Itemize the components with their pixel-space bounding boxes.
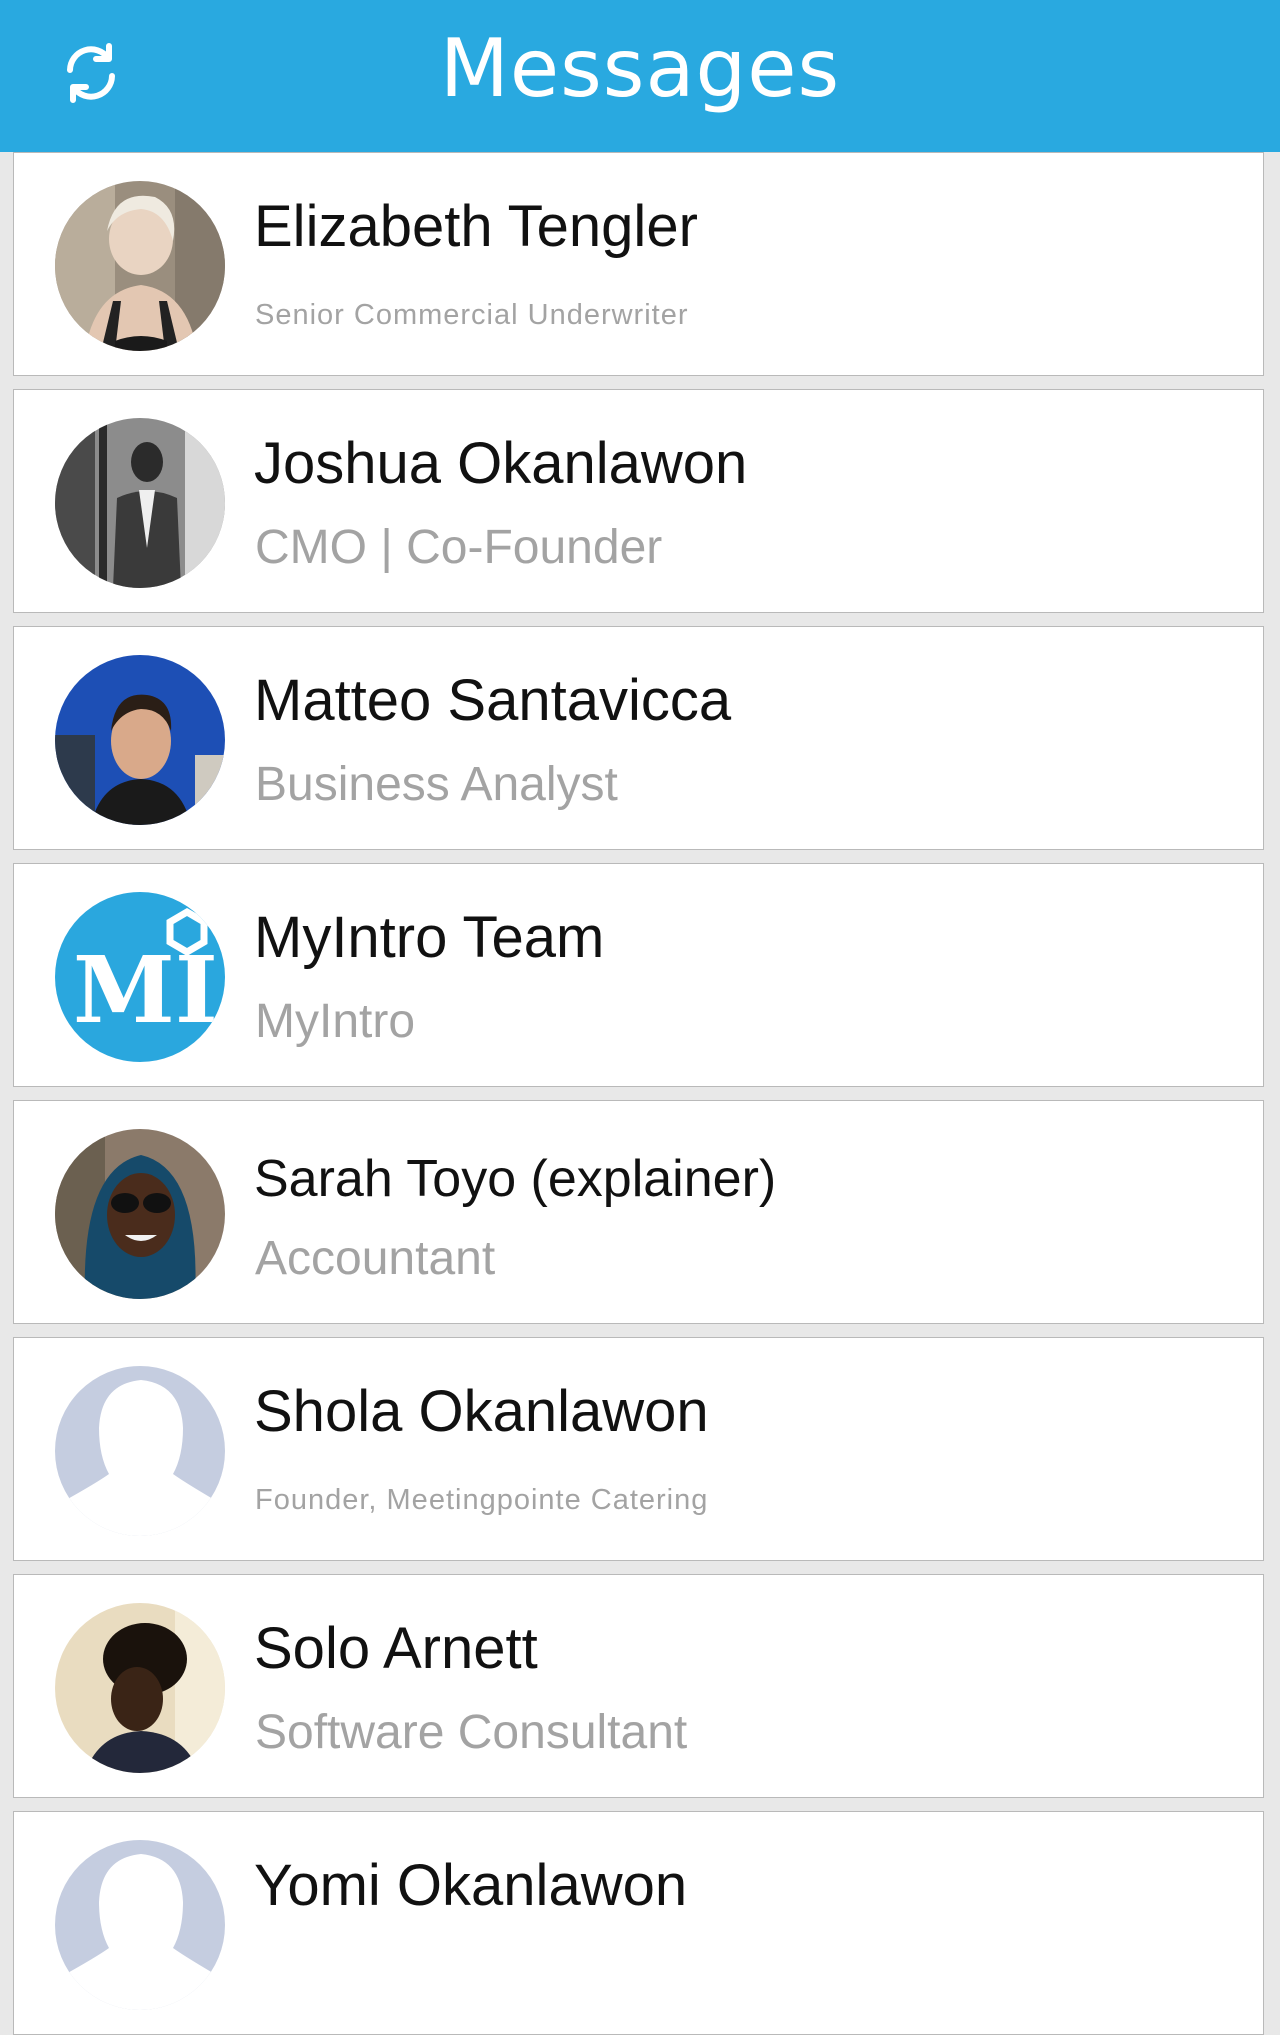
myintro-logo-icon: MI [55,892,225,1062]
conversation-item[interactable]: Joshua Okanlawon CMO | Co-Founder [13,389,1264,613]
contact-name: Matteo Santavicca [254,668,732,733]
user-photo-icon [55,1129,225,1299]
app-header: Messages [0,0,1280,152]
contact-subtitle: MyIntro [255,995,416,1048]
contact-name: Elizabeth Tengler [254,194,698,259]
svg-text:MI: MI [73,936,218,1044]
avatar [55,1366,225,1536]
conversation-item[interactable]: Sarah Toyo (explainer) Accountant [13,1100,1264,1324]
contact-subtitle: Business Analyst [255,758,618,811]
avatar [55,418,225,588]
avatar [55,655,225,825]
placeholder-avatar-icon [55,1366,225,1536]
contact-name: Solo Arnett [254,1616,538,1681]
contact-subtitle: Software Consultant [255,1706,688,1759]
user-photo-icon [55,418,225,588]
conversation-item[interactable]: Shola Okanlawon Founder, Meetingpointe C… [13,1337,1264,1561]
contact-subtitle: Founder, Meetingpointe Catering [255,1484,709,1516]
contact-subtitle: Senior Commercial Underwriter [255,299,689,331]
contact-subtitle: Accountant [255,1232,496,1285]
conversation-item[interactable]: Matteo Santavicca Business Analyst [13,626,1264,850]
avatar [55,1603,225,1773]
user-photo-icon [55,655,225,825]
contact-name: Sarah Toyo (explainer) [254,1150,777,1208]
user-photo-icon [55,181,225,351]
contact-name: Joshua Okanlawon [254,431,748,496]
conversation-item[interactable]: Yomi Okanlawon [13,1811,1264,2035]
conversation-item[interactable]: MI MyIntro Team MyIntro [13,863,1264,1087]
avatar [55,1129,225,1299]
contact-name: MyIntro Team [254,905,605,970]
contact-subtitle: CMO | Co-Founder [255,521,663,574]
contact-name: Shola Okanlawon [254,1379,709,1444]
avatar [55,181,225,351]
conversation-item[interactable]: Solo Arnett Software Consultant [13,1574,1264,1798]
placeholder-avatar-icon [55,1840,225,2010]
avatar [55,1840,225,2010]
contact-name: Yomi Okanlawon [254,1853,688,1918]
avatar: MI [55,892,225,1062]
page-title: Messages [439,22,841,115]
conversation-item[interactable]: Elizabeth Tengler Senior Commercial Unde… [13,152,1264,376]
user-photo-icon [55,1603,225,1773]
